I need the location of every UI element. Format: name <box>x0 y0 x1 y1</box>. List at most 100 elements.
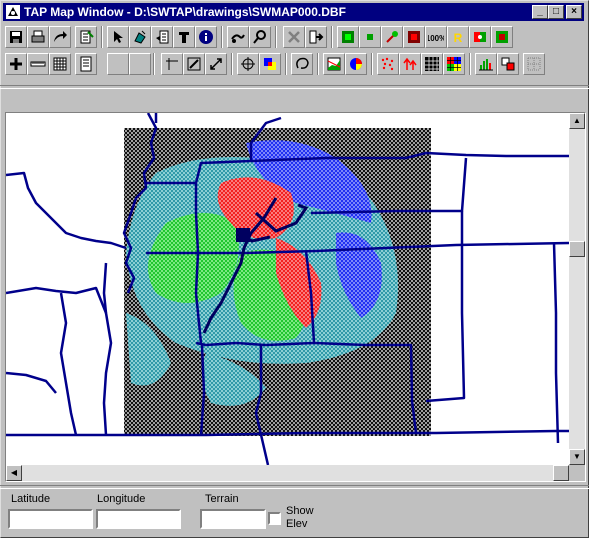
app-icon[interactable] <box>5 4 21 20</box>
paint-pointer-button[interactable] <box>129 26 151 48</box>
info-button[interactable] <box>195 26 217 48</box>
select-arrow-button[interactable] <box>107 26 129 48</box>
red-layer-icon <box>408 31 420 43</box>
grid-icon <box>53 57 67 71</box>
latitude-label: Latitude <box>11 493 51 505</box>
color-grid-icon <box>447 57 461 71</box>
edit-checklist-icon <box>80 30 94 44</box>
toolbar-separator <box>331 26 333 48</box>
document-button[interactable] <box>75 53 97 75</box>
lasso-button[interactable] <box>291 53 313 75</box>
paint-pointer-icon <box>134 30 146 44</box>
close-button[interactable]: × <box>566 5 582 19</box>
edit-checklist-button[interactable] <box>75 26 97 48</box>
horizontal-scrollbar[interactable] <box>6 465 569 481</box>
window-title: TAP Map Window - D:\SWTAP\drawings\SWMAP… <box>24 5 346 19</box>
zoom-100-button[interactable]: 100% <box>425 26 447 48</box>
svg-text:100%: 100% <box>428 34 444 43</box>
probe-icon <box>231 34 245 43</box>
svg-text:R: R <box>454 31 463 45</box>
terrain-field[interactable] <box>200 509 266 529</box>
scatter-dots-button[interactable] <box>377 53 399 75</box>
red-layer-button[interactable] <box>403 26 425 48</box>
print-button[interactable] <box>27 26 49 48</box>
color-grid-button[interactable] <box>443 53 465 75</box>
scroll-corner <box>569 465 585 481</box>
delete-x-icon <box>288 31 300 43</box>
dotted-grid-icon <box>527 57 541 71</box>
profile-chart-button[interactable] <box>323 53 345 75</box>
scroll-left-button[interactable]: ◀ <box>6 465 22 481</box>
scroll-up-button[interactable]: ▲ <box>569 113 585 129</box>
longitude-field[interactable] <box>96 509 181 529</box>
show-elev-label-line2: Elev <box>286 518 308 530</box>
blank-button-2-button[interactable] <box>129 53 151 75</box>
black-grid-button[interactable] <box>421 53 443 75</box>
vertical-scroll-thumb[interactable] <box>569 241 585 257</box>
green-dot-button[interactable] <box>359 26 381 48</box>
hand-list-button[interactable] <box>151 26 173 48</box>
corner-tool-button[interactable] <box>161 53 183 75</box>
yellow-r-button[interactable]: R <box>447 26 469 48</box>
pin-icon <box>386 31 398 43</box>
green-layer-icon <box>342 31 354 43</box>
export-icon <box>309 30 324 44</box>
ruler-icon <box>30 61 46 67</box>
vertical-scrollbar[interactable] <box>569 113 585 465</box>
scroll-down-button[interactable]: ▼ <box>569 449 585 465</box>
dotted-grid-button[interactable] <box>523 53 545 75</box>
toolbar-separator <box>371 53 373 75</box>
minimize-button[interactable]: _ <box>532 5 548 19</box>
redo-arrow-button[interactable] <box>49 26 71 48</box>
grid-button[interactable] <box>49 53 71 75</box>
plus-button[interactable] <box>5 53 27 75</box>
diagonal-box-button[interactable] <box>183 53 205 75</box>
probe-button[interactable] <box>227 26 249 48</box>
pin-button[interactable] <box>381 26 403 48</box>
green-red-icon <box>496 31 508 43</box>
ruler-button[interactable] <box>27 53 49 75</box>
text-tool-button[interactable] <box>173 26 195 48</box>
save-icon <box>10 31 22 43</box>
color-squares-button[interactable] <box>259 53 281 75</box>
title-bar[interactable]: TAP Map Window - D:\SWTAP\drawings\SWMAP… <box>3 3 584 21</box>
blank-button-1 <box>110 56 126 72</box>
lasso-icon <box>296 57 309 69</box>
toolbar-separator <box>469 53 471 75</box>
color-squares-icon <box>264 58 276 70</box>
green-layer-button[interactable] <box>337 26 359 48</box>
coverage-map[interactable] <box>6 113 569 465</box>
up-arrows-button[interactable] <box>399 53 421 75</box>
blank-button-2 <box>132 56 148 72</box>
stack-button[interactable] <box>497 53 519 75</box>
maximize-button[interactable]: □ <box>548 5 564 19</box>
terrain-label: Terrain <box>205 493 239 505</box>
longitude-label: Longitude <box>97 493 146 505</box>
histogram-button[interactable] <box>475 53 497 75</box>
export-button[interactable] <box>305 26 327 48</box>
map-viewport[interactable]: ▲ ▼ ◀ <box>5 112 586 482</box>
info-icon <box>199 30 213 44</box>
profile-chart-icon <box>327 57 341 71</box>
crosshair-icon <box>241 57 255 71</box>
red-green-icon <box>474 32 486 42</box>
delete-x-button[interactable] <box>283 26 305 48</box>
show-elev-checkbox[interactable] <box>268 512 281 525</box>
green-red-button[interactable] <box>491 26 513 48</box>
select-arrow-icon <box>114 31 123 43</box>
latitude-field[interactable] <box>8 509 93 529</box>
corner-tool-icon <box>166 58 178 70</box>
search-magnifier-button[interactable] <box>249 26 271 48</box>
blank-button-1-button[interactable] <box>107 53 129 75</box>
toolbar-separator <box>153 53 155 75</box>
resize-arrow-button[interactable] <box>205 53 227 75</box>
pie-chart-button[interactable] <box>345 53 367 75</box>
horizontal-scroll-thumb[interactable] <box>553 465 569 481</box>
histogram-icon <box>479 59 493 71</box>
metro-area <box>236 228 250 242</box>
up-arrows-icon <box>403 57 417 70</box>
crosshair-button[interactable] <box>237 53 259 75</box>
resize-arrow-icon <box>210 58 222 70</box>
save-button[interactable] <box>5 26 27 48</box>
red-green-button[interactable] <box>469 26 491 48</box>
